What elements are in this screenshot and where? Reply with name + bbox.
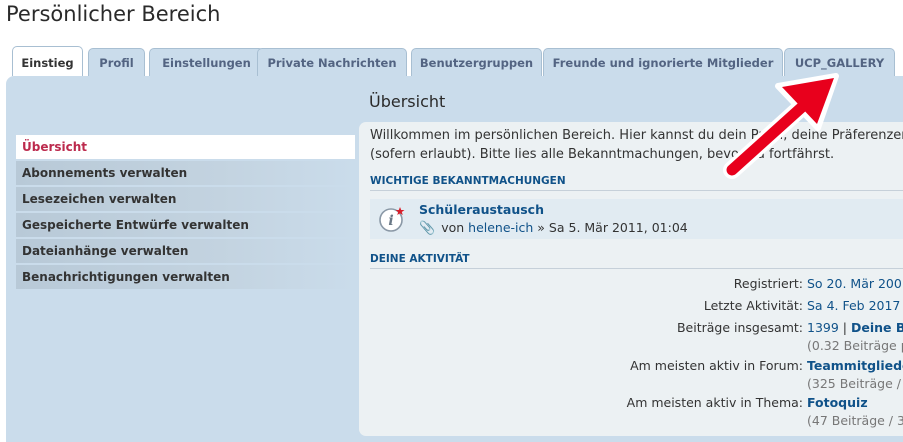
sidebar-item-lesezeichen[interactable]: Lesezeichen verwalten: [16, 187, 355, 211]
activity-heading: Deine Aktivität: [370, 253, 470, 265]
tab-einstieg[interactable]: Einstieg: [12, 46, 83, 76]
stat-subvalue: (325 Beiträge /: [807, 376, 901, 391]
announcement-title-link[interactable]: Schüleraustausch: [419, 202, 544, 217]
announcement-meta: 📎 von helene-ich » Sa 5. Mär 2011, 01:04: [419, 220, 688, 236]
info-icon: i: [379, 207, 405, 232]
own-posts-link[interactable]: Deine B: [851, 320, 903, 335]
stat-label: Registriert:: [733, 276, 803, 291]
stat-label: Am meisten aktiv in Thema:: [626, 395, 803, 410]
tab-profil[interactable]: Profil: [88, 48, 145, 76]
posts-count: 1399: [807, 320, 839, 335]
stat-label: Letzte Aktivität:: [703, 298, 803, 313]
svg-text:i: i: [388, 213, 393, 229]
tab-ucp-gallery[interactable]: UCP_GALLERY: [784, 48, 895, 76]
stat-label: Beiträge insgesamt:: [676, 320, 803, 335]
announcement-date: » Sa 5. Mär 2011, 01:04: [537, 220, 688, 235]
stat-label: Am meisten aktiv in Forum:: [630, 358, 803, 373]
sidebar-item-dateianhaenge[interactable]: Dateianhänge verwalten: [16, 239, 355, 263]
stat-value: 1399 | Deine B: [807, 320, 903, 335]
tab-private-nachrichten[interactable]: Private Nachrichten: [257, 48, 407, 76]
stat-subvalue: (47 Beiträge / 3: [807, 413, 903, 428]
tab-freunde-ignorierte[interactable]: Freunde und ignorierte Mitglieder: [543, 48, 783, 76]
topic-link[interactable]: Fotoquiz: [807, 395, 868, 410]
page-title: Persönlicher Bereich: [6, 2, 221, 26]
sidebar-item-abonnements[interactable]: Abonnements verwalten: [16, 161, 355, 185]
forum-link[interactable]: Teammitgliede: [807, 358, 903, 373]
announcement-author-link[interactable]: helene-ich: [468, 220, 533, 235]
announcement-by: von: [441, 220, 465, 235]
welcome-line-1: Willkommen im persönlichen Bereich. Hier…: [370, 128, 903, 143]
announcement-row: i Schüleraustausch 📎 von helene-ich » Sa …: [370, 199, 903, 239]
sidebar-item-benachrichtigungen[interactable]: Benachrichtigungen verwalten: [16, 265, 355, 289]
stat-value: Teammitgliede: [807, 358, 903, 373]
sidebar-item-entwuerfe[interactable]: Gespeicherte Entwürfe verwalten: [16, 213, 355, 237]
sidebar-item-uebersicht[interactable]: Übersicht: [16, 135, 355, 159]
stat-value: Sa 4. Feb 2017: [807, 298, 901, 313]
section-title: Übersicht: [369, 92, 446, 111]
sidebar-menu: Übersicht Abonnements verwalten Lesezeic…: [16, 135, 355, 291]
stat-subvalue: (0.32 Beiträge p: [807, 338, 903, 353]
stat-value: Fotoquiz: [807, 395, 868, 410]
divider: [370, 268, 903, 269]
paperclip-icon: 📎: [419, 221, 436, 236]
divider: [370, 190, 903, 191]
welcome-text: Willkommen im persönlichen Bereich. Hier…: [370, 126, 903, 164]
welcome-line-2: (sofern erlaubt). Bitte lies alle Bekann…: [370, 147, 835, 162]
posts-separator: |: [838, 320, 851, 335]
announcements-heading: Wichtige Bekanntmachungen: [370, 175, 566, 187]
stat-value: So 20. Mär 200: [807, 276, 902, 291]
tab-benutzergruppen[interactable]: Benutzergruppen: [411, 48, 542, 76]
overview-content: Willkommen im persönlichen Bereich. Hier…: [359, 122, 903, 436]
tab-einstellungen[interactable]: Einstellungen: [149, 48, 264, 76]
